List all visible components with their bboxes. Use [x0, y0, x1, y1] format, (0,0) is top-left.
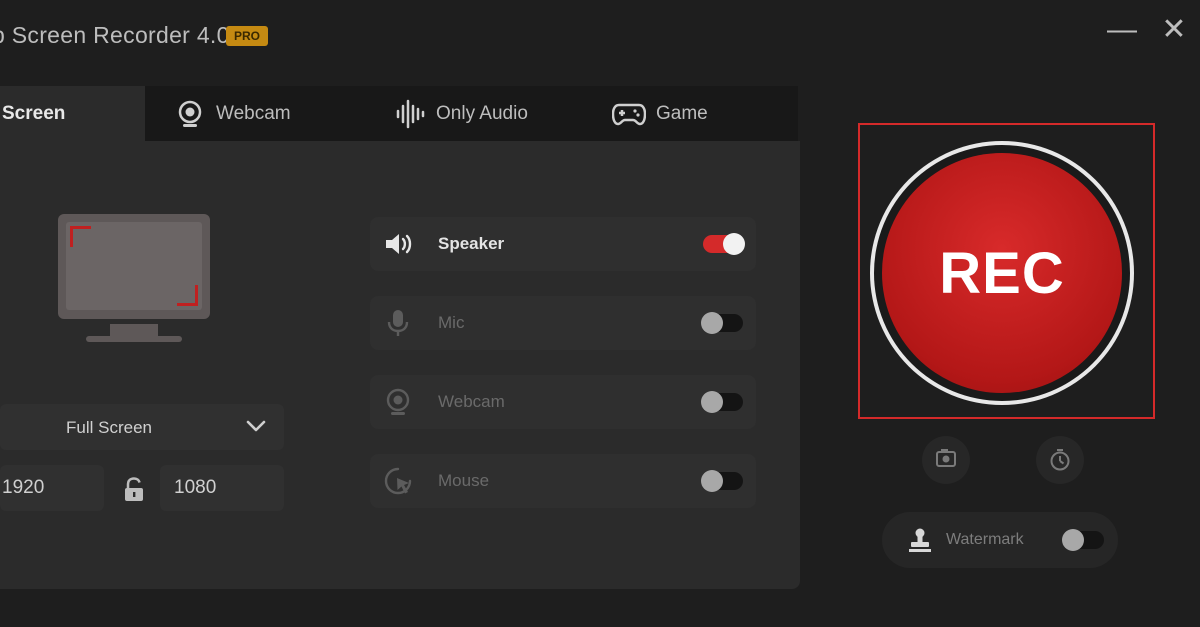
chevron-down-icon [246, 420, 266, 432]
webcam-switch[interactable] [701, 391, 743, 413]
mic-switch[interactable] [701, 312, 743, 334]
tab-webcam[interactable]: Webcam [174, 86, 334, 141]
mic-toggle-row[interactable]: Mic [370, 296, 756, 350]
mouse-label: Mouse [438, 471, 490, 490]
watermark-switch[interactable] [1062, 529, 1104, 551]
watermark-toggle-row[interactable]: Watermark [882, 512, 1118, 568]
switch-knob [701, 312, 723, 334]
webcam-toggle-row[interactable]: Webcam [370, 375, 756, 429]
webcam-icon [386, 388, 410, 415]
monitor-icon [58, 214, 210, 319]
switch-knob [701, 470, 723, 492]
stamp-icon [909, 528, 931, 552]
rec-button[interactable]: REC [882, 153, 1122, 393]
microphone-icon [387, 310, 409, 336]
tab-only-audio[interactable]: Only Audio [394, 86, 564, 141]
watermark-label: Watermark [946, 531, 1024, 548]
mouse-cursor-icon [384, 467, 412, 495]
minimize-button[interactable]: — [1104, 12, 1140, 48]
tab-only-audio-label: Only Audio [436, 102, 528, 124]
speaker-icon [386, 234, 412, 254]
screen-settings-panel: Full Screen 1920 1080 Speaker Mic Webcam… [0, 141, 800, 589]
mouse-switch[interactable] [701, 470, 743, 492]
unlock-icon[interactable] [122, 477, 146, 503]
webcam-label: Webcam [438, 392, 505, 411]
capture-mode-dropdown[interactable]: Full Screen [0, 404, 284, 450]
speaker-toggle-row[interactable]: Speaker [370, 217, 756, 271]
monitor-base [86, 336, 182, 342]
mode-tabs: Screen Webcam Only Audio Game [0, 86, 798, 141]
tab-webcam-label: Webcam [216, 102, 291, 124]
monitor-screen [66, 222, 202, 310]
timer-icon [1050, 449, 1070, 471]
timer-button[interactable] [1036, 436, 1084, 484]
capture-mode-value: Full Screen [66, 418, 152, 437]
tab-game[interactable]: Game [612, 86, 742, 141]
switch-knob [1062, 529, 1084, 551]
screenshot-icon [936, 449, 956, 467]
tab-screen[interactable]: Screen [0, 86, 145, 141]
webcam-icon [178, 100, 202, 127]
pro-badge: PRO [226, 26, 268, 46]
mouse-toggle-row[interactable]: Mouse [370, 454, 756, 508]
switch-knob [701, 391, 723, 413]
title-bar: p Screen Recorder 4.0 PRO — ✕ [0, 0, 1200, 70]
screenshot-button[interactable] [922, 436, 970, 484]
mic-label: Mic [438, 313, 465, 332]
tab-screen-label: Screen [2, 102, 66, 124]
monitor-stand [110, 324, 158, 336]
audio-wave-icon [396, 99, 425, 128]
tab-game-label: Game [656, 102, 708, 124]
gamepad-icon [612, 103, 646, 125]
capture-corner-icon [177, 285, 198, 306]
switch-knob [723, 233, 745, 255]
app-title: p Screen Recorder 4.0 [0, 22, 230, 48]
width-input[interactable]: 1920 [0, 465, 104, 511]
close-button[interactable]: ✕ [1156, 12, 1192, 48]
height-input[interactable]: 1080 [160, 465, 284, 511]
speaker-label: Speaker [438, 234, 505, 253]
speaker-switch[interactable] [703, 233, 745, 255]
capture-corner-icon [70, 226, 91, 247]
